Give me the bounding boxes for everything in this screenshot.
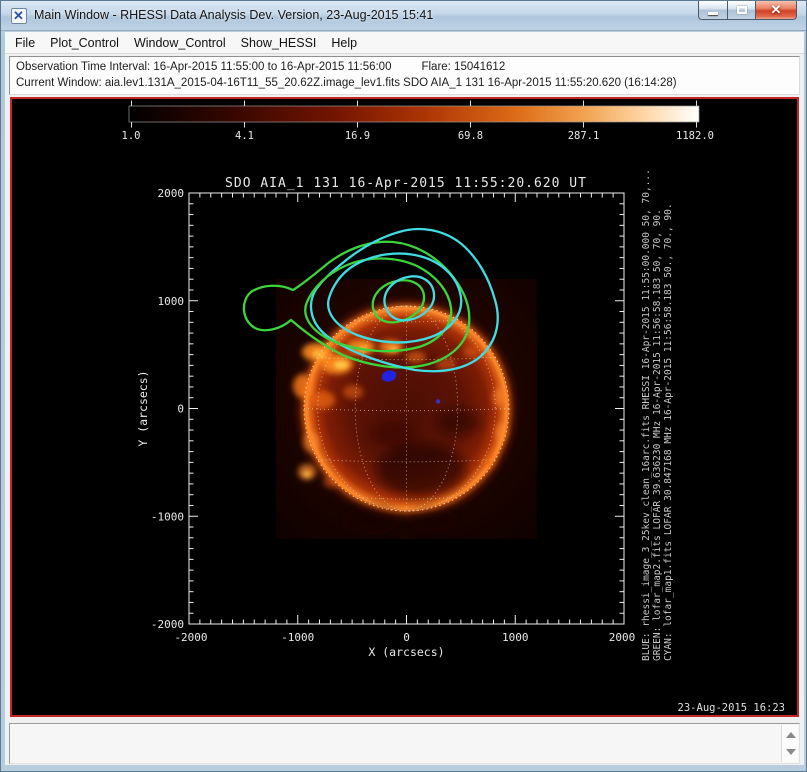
plot-canvas[interactable]: 1.0 4.1 16.9 69.8 287.1 1182.0 [10,97,799,717]
colorbar-label: 4.1 [235,130,254,142]
y-axis-label: Y (arcsecs) [136,370,150,446]
close-icon: ✕ [756,2,796,18]
y-tick-label: 1000 [158,295,185,308]
menu-file[interactable]: File [15,36,35,50]
main-window: Main Window - RHESSI Data Analysis Dev. … [0,0,807,772]
colorbar: 1.0 4.1 16.9 69.8 287.1 1182.0 [122,101,714,143]
annotation-cyan: CYAN: lofar_map1.fits LOFAR 30.847168 MH… [663,203,674,661]
info-panel: Observation Time Interval: 16-Apr-2015 1… [9,56,800,95]
maximize-button[interactable] [727,1,756,20]
x-tick-label: -2000 [174,631,207,644]
scroll-up-icon[interactable] [786,732,796,738]
maximize-icon [737,6,747,14]
client-area: File Plot_Control Window_Control Show_HE… [5,32,804,765]
menu-plot-control[interactable]: Plot_Control [50,36,119,50]
annotation-blue: BLUE: rhessi_image_3_25kev_clean_16arc.f… [641,169,652,661]
menu-help[interactable]: Help [331,36,357,50]
plot-title: SDO AIA_1 131 16-Apr-2015 11:55:20.620 U… [225,176,587,191]
y-tick-label: 0 [177,403,184,416]
colorbar-label: 1.0 [122,130,141,142]
colorbar-label: 69.8 [458,130,483,142]
y-tick-label: -1000 [151,511,184,524]
minimize-button[interactable] [698,1,727,20]
window-title: Main Window - RHESSI Data Analysis Dev. … [34,8,433,22]
flare-id: Flare: 15041612 [421,61,505,73]
x-axis-label: X (arcsecs) [368,645,444,659]
observation-interval-line: Observation Time Interval: 16-Apr-2015 1… [16,59,793,75]
x-tick-label: 1000 [502,631,529,644]
minimize-icon [708,12,718,15]
render-timestamp: 23-Aug-2015 16:23 [678,702,785,714]
menu-show-hessi[interactable]: Show_HESSI [241,36,317,50]
menu-window-control[interactable]: Window_Control [134,36,226,50]
title-bar[interactable]: Main Window - RHESSI Data Analysis Dev. … [1,1,806,31]
annotation-green: GREEN: lofar_map2.fits LOFAR 39.636230 M… [652,209,663,661]
y-tick-label: 2000 [158,187,185,200]
message-box[interactable] [9,723,800,764]
scroll-down-icon[interactable] [786,749,796,755]
current-window-line: Current Window: aia.lev1.131A_2015-04-16… [16,75,793,91]
close-button[interactable]: ✕ [756,1,797,20]
y-tick-label: -2000 [151,618,184,631]
solar-plot: 1.0 4.1 16.9 69.8 287.1 1182.0 [12,99,797,715]
colorbar-label: 16.9 [345,130,370,142]
colorbar-label: 1182.0 [676,130,714,142]
x-tick-label: 2000 [609,631,636,644]
rhessi-blue-point [436,399,440,403]
caption-buttons: ✕ [698,1,797,20]
app-icon [11,8,27,24]
x-tick-label: -1000 [281,631,314,644]
x-tick-label: 0 [403,631,410,644]
menu-bar: File Plot_Control Window_Control Show_HE… [5,32,804,54]
colorbar-label: 287.1 [568,130,600,142]
message-scrollbar[interactable] [781,725,798,762]
